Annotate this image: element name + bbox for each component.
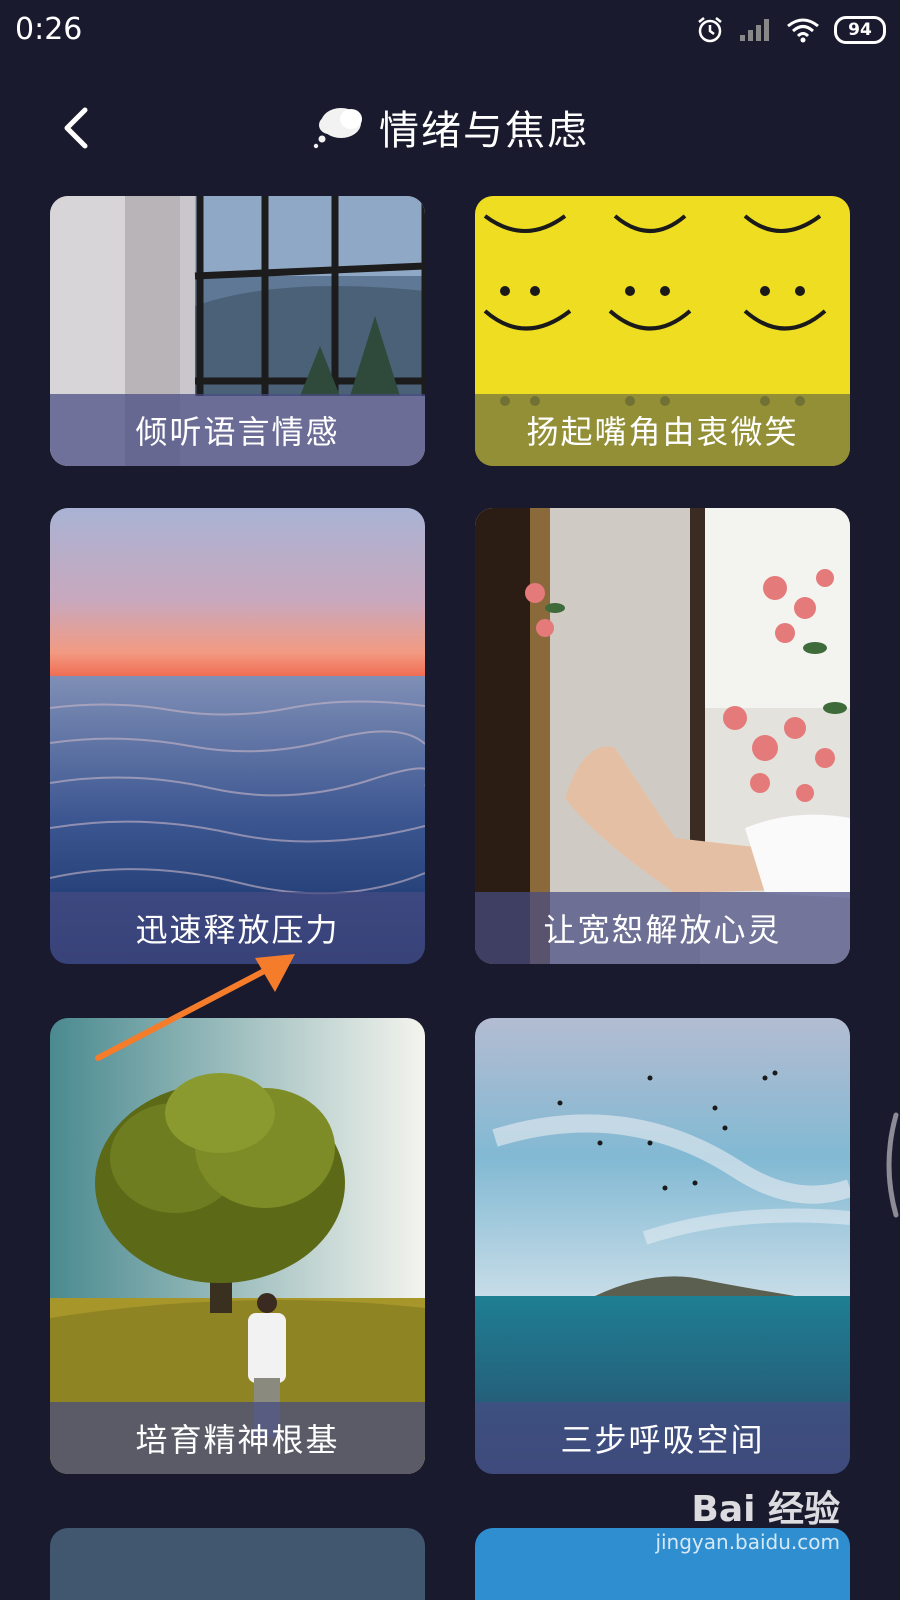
status-bar: 0:26 94 xyxy=(0,0,900,62)
annotation-arrow-icon xyxy=(95,954,295,1061)
status-time: 0:26 xyxy=(15,12,83,47)
wifi-icon xyxy=(787,18,819,43)
watermark: Bai 经验 jingyan.baidu.com xyxy=(640,1470,840,1580)
battery-level: 94 xyxy=(848,20,872,40)
battery-icon: 94 xyxy=(834,16,886,44)
card-forgiveness[interactable]: 让宽恕解放心灵 xyxy=(475,508,850,964)
card-grid: 倾听语言情感 扬起嘴角由衷微笑 迅速释放压力 让宽恕解放心灵 培育精神根基 三步… xyxy=(0,196,900,1600)
card-label: 三步呼吸空间 xyxy=(475,1402,850,1474)
card-label: 培育精神根基 xyxy=(50,1402,425,1474)
card-label: 倾听语言情感 xyxy=(50,394,425,466)
thought-bubble-icon xyxy=(313,108,362,149)
card-spiritual-roots[interactable]: 培育精神根基 xyxy=(50,1018,425,1474)
alarm-icon xyxy=(698,17,722,43)
page-title: 情绪与焦虑 xyxy=(379,108,589,154)
watermark-brand: Bai 经验 xyxy=(691,1489,840,1530)
card-smile[interactable]: 扬起嘴角由衷微笑 xyxy=(475,196,850,466)
card-three-step-breathing[interactable]: 三步呼吸空间 xyxy=(475,1018,850,1474)
title-wrap: 情绪与焦虑 xyxy=(0,98,900,156)
card-release-stress[interactable]: 迅速释放压力 xyxy=(50,508,425,964)
card-partial-left[interactable] xyxy=(50,1528,425,1600)
signal-icon xyxy=(740,19,769,41)
side-drawer-handle[interactable] xyxy=(876,1110,900,1220)
watermark-url: jingyan.baidu.com xyxy=(655,1530,840,1554)
status-icons: 94 xyxy=(696,12,886,48)
header: 情绪与焦虑 xyxy=(0,62,900,196)
card-label: 让宽恕解放心灵 xyxy=(475,892,850,964)
card-label: 扬起嘴角由衷微笑 xyxy=(475,394,850,466)
card-listen-emotion[interactable]: 倾听语言情感 xyxy=(50,196,425,466)
